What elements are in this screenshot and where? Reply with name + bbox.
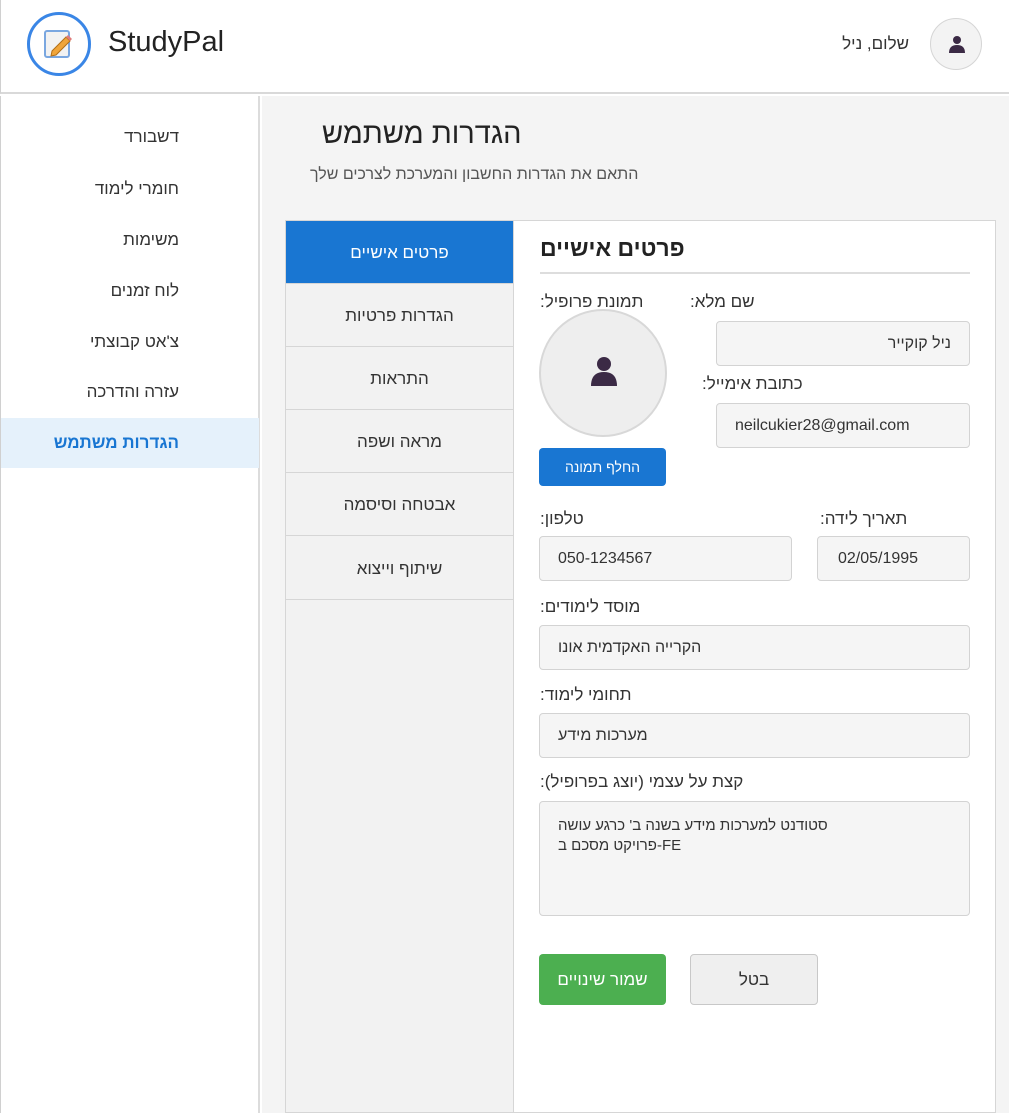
cancel-button[interactable]: בטל (690, 954, 818, 1005)
birthdate-field[interactable]: 02/05/1995 (817, 536, 970, 581)
logo[interactable] (27, 12, 91, 76)
page-subtitle: התאם את הגדרות החשבון והמערכת לצרכים שלך (310, 166, 639, 183)
field-of-study-field[interactable]: מערכות מידע (539, 713, 970, 758)
tab-share-export[interactable]: שיתוף וייצוא (286, 537, 513, 600)
personal-details-form: פרטים אישיים :שם מלא ניל קוקייר :כתובת א… (514, 221, 995, 1112)
bio-textarea[interactable]: סטודנט למערכות מידע בשנה ב' כרגע עושה FE… (539, 801, 970, 916)
top-header: StudyPal שלום, ניל (0, 0, 1009, 94)
email-label: :כתובת אימייל (702, 374, 803, 393)
tab-privacy[interactable]: הגדרות פרטיות (286, 284, 513, 347)
section-title: פרטים אישיים (540, 235, 970, 274)
settings-tabs: פרטים אישיים הגדרות פרטיות התראות מראה ו… (286, 221, 514, 1112)
full-name-label: :שם מלא (690, 292, 755, 311)
user-greeting: שלום, ניל (842, 34, 909, 53)
brand-name: StudyPal (108, 26, 225, 58)
sidebar-item-tasks[interactable]: משימות (1, 215, 259, 265)
tab-security-password[interactable]: אבטחה וסיסמה (286, 473, 513, 536)
full-name-field[interactable]: ניל קוקייר (716, 321, 970, 366)
tab-notifications[interactable]: התראות (286, 347, 513, 410)
save-changes-button[interactable]: שמור שינויים (539, 954, 666, 1005)
sidebar-item-user-settings[interactable]: הגדרות משתמש (1, 418, 259, 468)
birthdate-label: :תאריך לידה (820, 509, 908, 528)
email-field[interactable]: neilcukier28@gmail.com (716, 403, 970, 448)
sidebar-item-dashboard[interactable]: דשבורד (1, 112, 259, 162)
phone-field[interactable]: 050-1234567 (539, 536, 792, 581)
pencil-note-icon (44, 30, 72, 58)
phone-label: :טלפון (540, 509, 584, 528)
page-title: הגדרות משתמש (322, 118, 522, 150)
institution-label: :מוסד לימודים (540, 597, 641, 616)
settings-panel: פרטים אישיים הגדרות פרטיות התראות מראה ו… (285, 220, 996, 1113)
sidebar-item-study-materials[interactable]: חומרי לימוד (1, 164, 259, 214)
user-silhouette-icon (591, 357, 617, 386)
change-photo-button[interactable]: החלף תמונה (539, 448, 666, 486)
sidebar-item-help[interactable]: עזרה והדרכה (1, 367, 259, 417)
field-of-study-label: :תחומי לימוד (540, 685, 632, 704)
field-of-study-value: מערכות מידע (558, 727, 648, 744)
sidebar-item-schedule[interactable]: לוח זמנים (1, 266, 259, 316)
sidebar-item-group-chat[interactable]: צ'אט קבוצתי (1, 317, 259, 367)
profile-photo[interactable] (539, 309, 667, 437)
tab-personal-details[interactable]: פרטים אישיים (286, 221, 513, 284)
bio-line-1: סטודנט למערכות מידע בשנה ב' כרגע עושה (558, 817, 828, 834)
main-content: הגדרות משתמש התאם את הגדרות החשבון והמער… (262, 96, 1009, 1113)
institution-field[interactable]: הקרייה האקדמית אונו (539, 625, 970, 670)
sidebar-nav: דשבורד חומרי לימוד משימות לוח זמנים צ'אט… (0, 96, 260, 1113)
bio-label: :קצת על עצמי (יוצג בפרופיל) (540, 772, 744, 791)
avatar[interactable] (930, 18, 982, 70)
institution-value: הקרייה האקדמית אונו (558, 639, 702, 656)
bio-line-2: FE-פרויקט מסכם ב (558, 837, 682, 854)
user-silhouette-icon (949, 36, 965, 53)
tab-appearance-language[interactable]: מראה ושפה (286, 410, 513, 473)
